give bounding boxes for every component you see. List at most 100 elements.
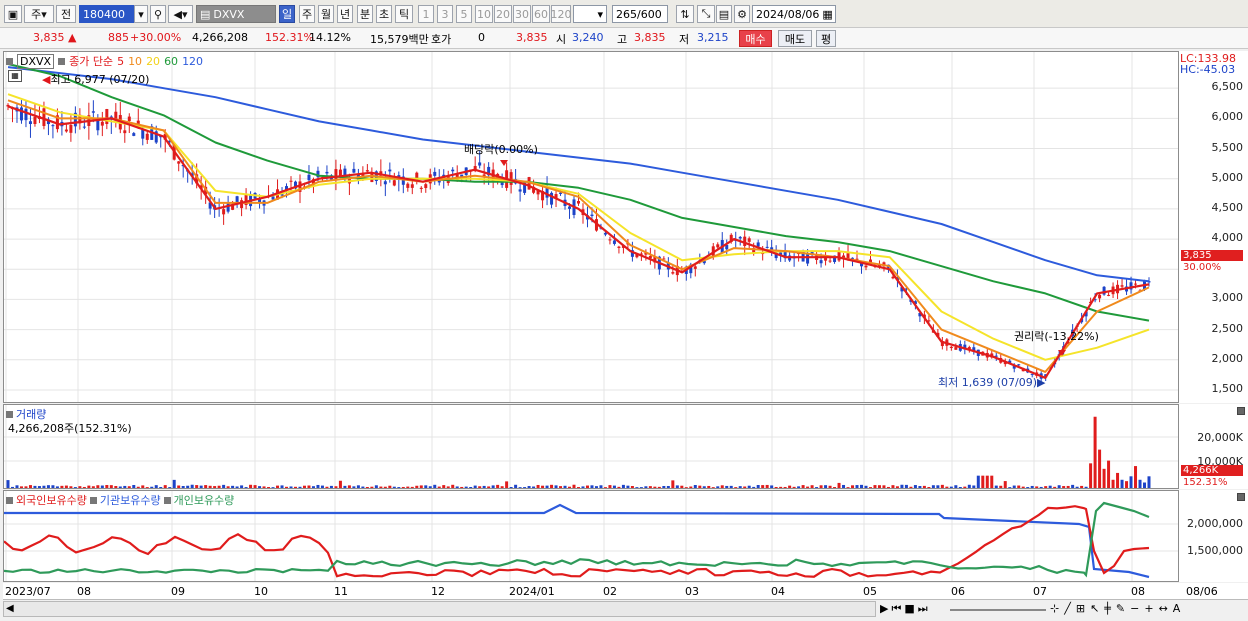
speaker-icon[interactable]: ◀▾ xyxy=(168,5,193,23)
volume-bar xyxy=(96,485,100,488)
volume-bar xyxy=(1102,468,1106,488)
scroll-left-icon[interactable]: ◀ xyxy=(6,603,14,614)
sell-button[interactable]: 매도 xyxy=(778,30,812,47)
rewind-icon[interactable]: ⏮ xyxy=(891,602,901,616)
market-select[interactable]: 주 ▾ xyxy=(24,5,54,23)
draw-icon[interactable]: ⤡ xyxy=(697,5,715,23)
volume-bar xyxy=(779,486,783,488)
volume-bar xyxy=(972,485,976,488)
volume-chart[interactable] xyxy=(4,405,1179,489)
volume-bar xyxy=(1107,460,1111,488)
window-icon[interactable]: ▣ xyxy=(4,5,22,23)
buy-button[interactable]: 매수 xyxy=(739,30,772,47)
volume-bar xyxy=(707,485,711,488)
candle-body xyxy=(568,206,572,209)
volume-bar xyxy=(406,486,410,488)
price-chart-pane[interactable]: DXVX 종가 단순 5 10 20 60 120 ▦ ◀최고 6,977 (0… xyxy=(3,51,1179,403)
calendar-icon[interactable]: ▦ xyxy=(822,8,832,21)
volume-bar xyxy=(136,486,140,488)
period-second[interactable]: 초 xyxy=(376,5,392,23)
volume-bar xyxy=(1111,479,1115,488)
compare-icon[interactable]: ⇅ xyxy=(676,5,694,23)
volume-bar xyxy=(904,484,908,488)
volume-bar xyxy=(541,485,545,488)
period-week[interactable]: 주 xyxy=(299,5,315,23)
crosshair-icon[interactable]: ⊹ xyxy=(1050,602,1059,615)
low-note-text: 최저 1,639 (07/09) xyxy=(938,376,1038,389)
minute-120[interactable]: 120 xyxy=(551,5,572,23)
minute-1[interactable]: 1 xyxy=(418,5,434,23)
candle-body xyxy=(69,124,73,133)
volume-bar xyxy=(837,482,841,488)
search-icon[interactable]: ⚲ xyxy=(150,5,166,23)
volume-bar xyxy=(756,485,760,488)
candle-body xyxy=(325,171,329,174)
zoom-in-icon[interactable]: + xyxy=(1144,602,1153,615)
fib-tool-icon[interactable]: ⊞ xyxy=(1076,602,1085,615)
fit-icon[interactable]: ↔ xyxy=(1159,602,1168,615)
volume-bar xyxy=(496,484,500,488)
candle-body xyxy=(478,162,482,166)
date-field[interactable]: 2024/08/06 ▦ xyxy=(752,5,836,23)
legend-individual: 개인보유수량 xyxy=(173,494,235,507)
volume-bar xyxy=(711,487,715,488)
candle-body xyxy=(42,108,46,126)
close-pane-icon[interactable] xyxy=(1237,407,1245,415)
custom-period-select[interactable]: ▾ xyxy=(573,5,607,23)
volume-bar xyxy=(994,485,998,488)
period-tick[interactable]: 틱 xyxy=(395,5,413,23)
volume-bar xyxy=(1125,481,1129,488)
horizontal-scrollbar[interactable]: ◀ xyxy=(3,601,876,617)
line-tool-icon[interactable]: ╱ xyxy=(1064,602,1071,615)
period-day[interactable]: 일 xyxy=(279,5,295,23)
save-icon[interactable]: ▤ xyxy=(716,5,732,23)
holders-pane[interactable]: 외국인보유수량 기관보유수량 개인보유수량 xyxy=(3,490,1179,582)
volume-bar xyxy=(1048,485,1052,488)
count-field[interactable]: 265/600 xyxy=(612,5,668,23)
volume-bar xyxy=(253,485,257,488)
text-tool-icon[interactable]: A xyxy=(1173,602,1181,615)
play-icon[interactable]: ▶ xyxy=(880,602,888,616)
x-tick: 08 xyxy=(77,585,91,598)
period-month[interactable]: 월 xyxy=(318,5,334,23)
minute-3[interactable]: 3 xyxy=(437,5,453,23)
period-minute[interactable]: 분 xyxy=(357,5,373,23)
hold-tick-2000000: 2,000,000 xyxy=(1187,517,1243,530)
price-tick: 1,500 xyxy=(1211,381,1244,395)
period-year[interactable]: 년 xyxy=(337,5,353,23)
minute-10[interactable]: 10 xyxy=(475,5,493,23)
stock-name-field[interactable]: ▤ DXVX xyxy=(196,5,276,23)
pen-tool-icon[interactable]: ✎ xyxy=(1116,602,1125,615)
code-input[interactable]: 180400 xyxy=(79,5,135,23)
code-dropdown-icon[interactable]: ▾ xyxy=(134,5,148,23)
volume-bar xyxy=(258,486,262,488)
volume-bar xyxy=(1062,486,1066,488)
candle-body xyxy=(33,116,37,124)
arrow-tool-icon[interactable]: ↖ xyxy=(1090,602,1099,615)
minute-20[interactable]: 20 xyxy=(494,5,512,23)
volume-bar xyxy=(657,486,661,488)
ask-price: 3,835 xyxy=(516,31,548,44)
candle-body xyxy=(1098,294,1102,299)
volume-pane[interactable]: 거래량 4,266,208주(152.31%) xyxy=(3,404,1179,489)
price-chart[interactable] xyxy=(4,52,1179,403)
stop-icon[interactable]: ■ xyxy=(904,602,914,616)
volume-bar xyxy=(374,485,378,488)
avg-button[interactable]: 평 xyxy=(816,30,836,47)
mode-select[interactable]: 전 xyxy=(56,5,76,23)
minute-30[interactable]: 30 xyxy=(513,5,531,23)
volume-bar xyxy=(976,475,980,488)
zoom-slider[interactable] xyxy=(950,609,1046,611)
horizontal-line-icon[interactable]: ╪ xyxy=(1104,602,1111,615)
zoom-out-icon[interactable]: − xyxy=(1130,602,1139,615)
close-pane-icon[interactable] xyxy=(1237,493,1245,501)
minute-60[interactable]: 60 xyxy=(532,5,550,23)
candle-body xyxy=(747,238,751,242)
minute-5[interactable]: 5 xyxy=(456,5,472,23)
gear-icon[interactable]: ⚙ xyxy=(734,5,750,23)
x-tick: 05 xyxy=(863,585,877,598)
forward-icon[interactable]: ⏭ xyxy=(918,602,928,616)
candle-body xyxy=(603,232,607,235)
grid-toggle-icon[interactable]: ▦ xyxy=(8,70,22,82)
volume-bar xyxy=(554,485,558,488)
